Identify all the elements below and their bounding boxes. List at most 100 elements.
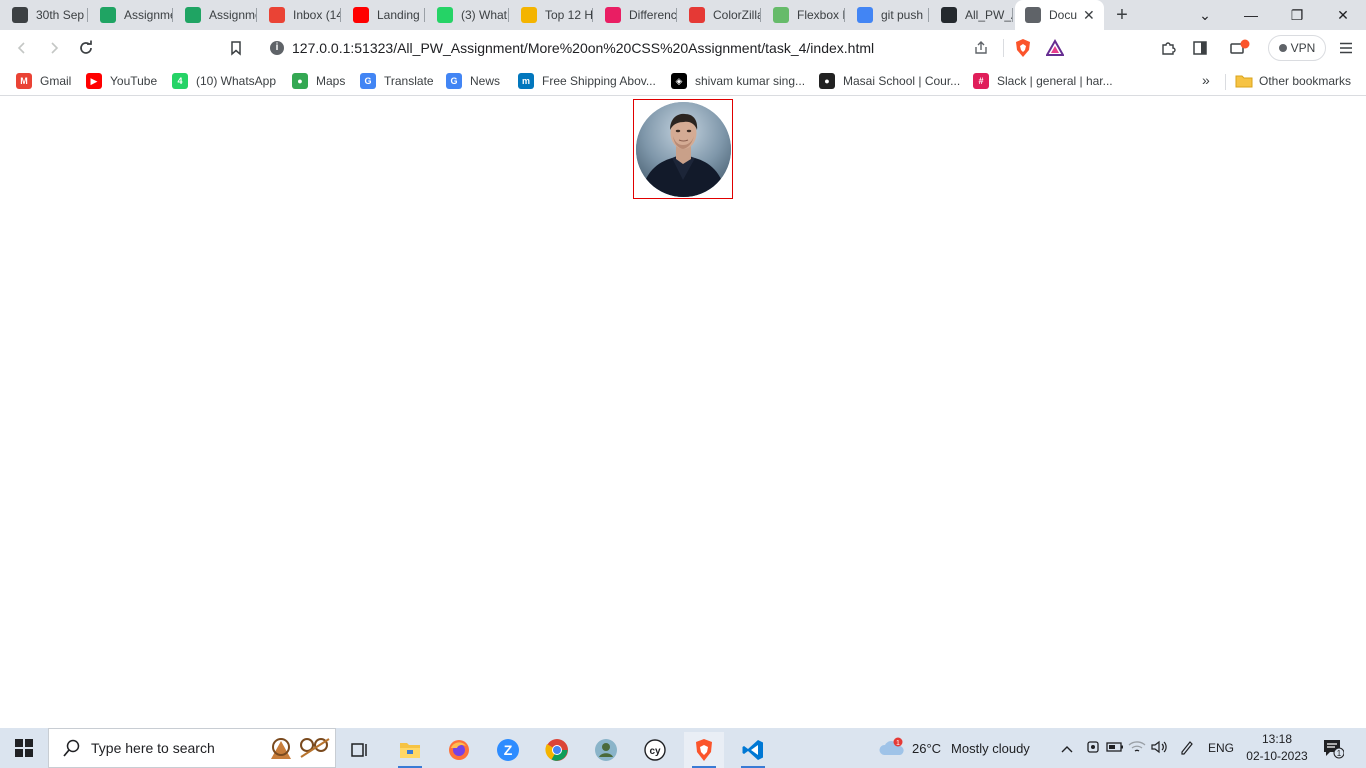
tab-separator xyxy=(256,8,257,22)
sidebar-button[interactable] xyxy=(1188,36,1212,60)
volume-icon[interactable] xyxy=(1148,740,1170,757)
task-view-button[interactable] xyxy=(340,732,380,768)
bookmark-1[interactable]: M Gmail xyxy=(16,71,71,91)
wifi-icon[interactable] xyxy=(1126,740,1148,757)
tab-12[interactable]: All_PW_A xyxy=(931,0,1013,30)
tab-3[interactable]: Assignme xyxy=(175,0,257,30)
tab-separator xyxy=(172,8,173,22)
address-bar[interactable]: i 127.0.0.1:51323/All_PW_Assignment/More… xyxy=(258,34,1074,62)
other-bookmarks-folder[interactable]: Other bookmarks xyxy=(1235,71,1351,91)
whatsapp-icon: 4 xyxy=(172,73,188,89)
tab-separator xyxy=(844,8,845,22)
bookmark-9[interactable]: ● Masai School | Cour... xyxy=(819,71,960,91)
windows-logo-icon xyxy=(15,739,33,757)
brave-icon xyxy=(696,739,712,761)
people-app-button[interactable] xyxy=(586,732,626,768)
tab-7[interactable]: Top 12 H xyxy=(511,0,593,30)
tab-5[interactable]: Landing xyxy=(343,0,425,30)
colorzilla-icon xyxy=(689,7,705,23)
language-indicator[interactable]: ENG xyxy=(1208,741,1234,755)
tab-1[interactable]: 30th Sep xyxy=(2,0,88,30)
tab-9[interactable]: ColorZilla xyxy=(679,0,761,30)
wallet-icon xyxy=(1230,39,1250,54)
tab-search-button[interactable]: ⌄ xyxy=(1182,0,1228,30)
reload-button[interactable] xyxy=(74,36,98,60)
clock[interactable]: 13:18 02-10-2023 xyxy=(1244,731,1310,765)
reload-icon xyxy=(80,40,92,54)
tab-title: Inbox (14 xyxy=(293,8,341,22)
tab-2[interactable]: Assignme xyxy=(90,0,173,30)
minimize-button[interactable]: — xyxy=(1228,0,1274,30)
bookmark-4[interactable]: ● Maps xyxy=(292,71,345,91)
tab-title: 30th Sep xyxy=(36,8,85,22)
tab-8[interactable]: Differenc xyxy=(595,0,677,30)
show-hidden-icons-chevron-icon[interactable] xyxy=(1058,741,1076,756)
puzzle-piece-icon xyxy=(1162,42,1176,55)
bookmark-8[interactable]: ◈ shivam kumar sing... xyxy=(671,71,805,91)
tab-13[interactable]: Docu ✕ xyxy=(1015,0,1104,30)
new-tab-button[interactable]: + xyxy=(1110,3,1134,27)
cypress-button[interactable]: cy xyxy=(635,732,675,768)
brave-rewards-icon[interactable] xyxy=(1046,39,1064,57)
gmail-icon: M xyxy=(16,73,32,89)
codepen-icon: ◈ xyxy=(671,73,687,89)
share-icon[interactable] xyxy=(973,40,989,56)
tab-10[interactable]: Flexbox F xyxy=(763,0,845,30)
bookmark-5[interactable]: G Translate xyxy=(360,71,434,91)
bookmark-7[interactable]: m Free Shipping Abov... xyxy=(518,71,656,91)
task-view-icon xyxy=(351,743,367,757)
vscode-button[interactable] xyxy=(733,732,773,768)
bookmark-label: Translate xyxy=(384,74,434,88)
folder-icon xyxy=(1235,75,1253,88)
url-text[interactable]: 127.0.0.1:51323/All_PW_Assignment/More%2… xyxy=(292,40,973,56)
bookmark-page-button[interactable] xyxy=(224,36,248,60)
tab-4[interactable]: Inbox (14 xyxy=(259,0,341,30)
restore-button[interactable]: ❐ xyxy=(1274,0,1320,30)
vpn-button[interactable]: VPN xyxy=(1268,35,1326,61)
bookmark-label: Free Shipping Abov... xyxy=(542,74,656,88)
other-bookmarks-label: Other bookmarks xyxy=(1259,74,1352,88)
file-explorer-button[interactable] xyxy=(390,732,430,768)
bookmark-label: News xyxy=(470,74,501,88)
battery-icon[interactable] xyxy=(1104,741,1126,756)
firefox-icon xyxy=(449,740,469,760)
pen-workspace-icon[interactable] xyxy=(1176,739,1198,758)
start-button[interactable] xyxy=(0,728,48,768)
gmail-icon xyxy=(269,7,285,23)
notification-center-button[interactable]: 1 xyxy=(1322,737,1345,759)
zoom-button[interactable]: Z xyxy=(488,732,528,768)
brave-shields-icon[interactable] xyxy=(1014,38,1032,58)
close-window-button[interactable]: ✕ xyxy=(1320,0,1366,30)
globe-icon xyxy=(1025,7,1041,23)
back-button[interactable] xyxy=(10,36,34,60)
bookmark-2[interactable]: ▶ YouTube xyxy=(86,71,157,91)
main-menu-button[interactable] xyxy=(1334,36,1358,60)
tab-11[interactable]: git push xyxy=(847,0,929,30)
slack-icon: # xyxy=(973,73,989,89)
firefox-button[interactable] xyxy=(439,732,479,768)
tab-separator xyxy=(87,8,88,22)
bookmark-6[interactable]: G News xyxy=(446,71,500,91)
extensions-button[interactable] xyxy=(1156,36,1180,60)
chrome-button[interactable] xyxy=(537,732,577,768)
tab-separator xyxy=(1012,8,1013,22)
portrait-photo xyxy=(636,102,731,197)
wallet-button[interactable] xyxy=(1228,36,1252,60)
tab-separator xyxy=(340,8,341,22)
system-tray: ENG xyxy=(1058,728,1234,768)
close-tab-icon[interactable]: ✕ xyxy=(1083,7,1095,24)
clock-date: 02-10-2023 xyxy=(1246,749,1308,763)
bookmark-10[interactable]: # Slack | general | har... xyxy=(973,71,1113,91)
bookmark-3[interactable]: 4 (10) WhatsApp xyxy=(172,71,276,91)
meet-now-icon[interactable] xyxy=(1082,739,1104,758)
forward-button[interactable] xyxy=(42,36,66,60)
more-bookmarks-button[interactable]: » xyxy=(1202,72,1210,88)
tab-separator xyxy=(676,8,677,22)
taskbar-search[interactable]: Type here to search xyxy=(48,728,336,768)
site-info-icon[interactable]: i xyxy=(270,41,284,55)
google-icon xyxy=(857,7,873,23)
tab-6[interactable]: (3) What xyxy=(427,0,509,30)
weather-widget[interactable]: 1 26°C Mostly cloudy xyxy=(878,728,1030,768)
brave-button[interactable] xyxy=(684,732,724,768)
tab-title: Differenc xyxy=(629,8,677,22)
